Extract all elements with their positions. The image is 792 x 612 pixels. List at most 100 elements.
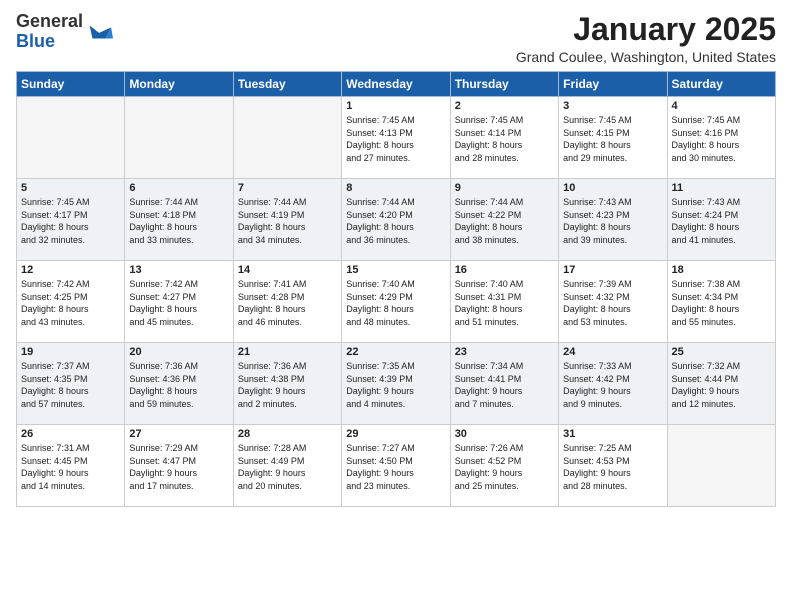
calendar-cell: 2 Sunrise: 7:45 AM Sunset: 4:14 PM Daylig… [450,97,558,179]
day-number: 11 [672,182,771,194]
calendar-cell: 22 Sunrise: 7:35 AM Sunset: 4:39 PM Dayli… [342,343,450,425]
calendar-cell [125,97,233,179]
day-info: Sunrise: 7:25 AM Sunset: 4:53 PM Dayligh… [563,442,662,492]
calendar-cell: 28 Sunrise: 7:28 AM Sunset: 4:49 PM Dayli… [233,425,341,507]
day-info: Sunrise: 7:45 AM Sunset: 4:13 PM Dayligh… [346,114,445,164]
header: General Blue January 2025 Grand Coulee, … [16,12,776,65]
day-info: Sunrise: 7:45 AM Sunset: 4:16 PM Dayligh… [672,114,771,164]
calendar-cell: 14 Sunrise: 7:41 AM Sunset: 4:28 PM Dayli… [233,261,341,343]
day-info: Sunrise: 7:35 AM Sunset: 4:39 PM Dayligh… [346,360,445,410]
day-number: 6 [129,182,228,194]
calendar-cell [667,425,775,507]
day-info: Sunrise: 7:34 AM Sunset: 4:41 PM Dayligh… [455,360,554,410]
calendar-header-row: SundayMondayTuesdayWednesdayThursdayFrid… [17,72,776,97]
day-info: Sunrise: 7:43 AM Sunset: 4:23 PM Dayligh… [563,196,662,246]
day-info: Sunrise: 7:38 AM Sunset: 4:34 PM Dayligh… [672,278,771,328]
day-number: 15 [346,264,445,276]
calendar-cell: 9Sunrise: 7:44 AM Sunset: 4:22 PM Daylig… [450,179,558,261]
page: General Blue January 2025 Grand Coulee, … [0,0,792,612]
day-info: Sunrise: 7:39 AM Sunset: 4:32 PM Dayligh… [563,278,662,328]
day-info: Sunrise: 7:26 AM Sunset: 4:52 PM Dayligh… [455,442,554,492]
logo-blue-text: Blue [16,31,55,51]
logo-icon [85,18,113,46]
day-number: 20 [129,346,228,358]
calendar-cell: 17Sunrise: 7:39 AM Sunset: 4:32 PM Dayli… [559,261,667,343]
calendar-cell: 4 Sunrise: 7:45 AM Sunset: 4:16 PM Daylig… [667,97,775,179]
day-info: Sunrise: 7:45 AM Sunset: 4:17 PM Dayligh… [21,196,120,246]
day-info: Sunrise: 7:31 AM Sunset: 4:45 PM Dayligh… [21,442,120,492]
calendar-cell: 5 Sunrise: 7:45 AM Sunset: 4:17 PM Daylig… [17,179,125,261]
calendar-cell: 1 Sunrise: 7:45 AM Sunset: 4:13 PM Daylig… [342,97,450,179]
calendar-header-sunday: Sunday [17,72,125,97]
day-info: Sunrise: 7:42 AM Sunset: 4:27 PM Dayligh… [129,278,228,328]
location-title: Grand Coulee, Washington, United States [516,49,776,65]
calendar-cell: 25Sunrise: 7:32 AM Sunset: 4:44 PM Dayli… [667,343,775,425]
calendar-cell: 7 Sunrise: 7:44 AM Sunset: 4:19 PM Daylig… [233,179,341,261]
day-number: 2 [455,100,554,112]
calendar-cell: 12 Sunrise: 7:42 AM Sunset: 4:25 PM Dayli… [17,261,125,343]
day-number: 29 [346,428,445,440]
day-info: Sunrise: 7:40 AM Sunset: 4:31 PM Dayligh… [455,278,554,328]
calendar-table: SundayMondayTuesdayWednesdayThursdayFrid… [16,71,776,507]
calendar-cell: 27 Sunrise: 7:29 AM Sunset: 4:47 PM Dayli… [125,425,233,507]
calendar-header-saturday: Saturday [667,72,775,97]
calendar-header-wednesday: Wednesday [342,72,450,97]
calendar-cell: 20 Sunrise: 7:36 AM Sunset: 4:36 PM Dayli… [125,343,233,425]
day-info: Sunrise: 7:44 AM Sunset: 4:18 PM Dayligh… [129,196,228,246]
day-info: Sunrise: 7:36 AM Sunset: 4:38 PM Dayligh… [238,360,337,410]
day-info: Sunrise: 7:36 AM Sunset: 4:36 PM Dayligh… [129,360,228,410]
day-number: 9 [455,182,554,194]
day-info: Sunrise: 7:41 AM Sunset: 4:28 PM Dayligh… [238,278,337,328]
day-number: 18 [672,264,771,276]
day-info: Sunrise: 7:32 AM Sunset: 4:44 PM Dayligh… [672,360,771,410]
day-info: Sunrise: 7:28 AM Sunset: 4:49 PM Dayligh… [238,442,337,492]
day-number: 27 [129,428,228,440]
day-number: 7 [238,182,337,194]
calendar-week-5: 26Sunrise: 7:31 AM Sunset: 4:45 PM Dayli… [17,425,776,507]
day-info: Sunrise: 7:44 AM Sunset: 4:19 PM Dayligh… [238,196,337,246]
day-number: 8 [346,182,445,194]
calendar-cell: 26Sunrise: 7:31 AM Sunset: 4:45 PM Dayli… [17,425,125,507]
day-info: Sunrise: 7:42 AM Sunset: 4:25 PM Dayligh… [21,278,120,328]
day-number: 12 [21,264,120,276]
title-block: January 2025 Grand Coulee, Washington, U… [516,12,776,65]
calendar-week-1: 1 Sunrise: 7:45 AM Sunset: 4:13 PM Daylig… [17,97,776,179]
day-info: Sunrise: 7:45 AM Sunset: 4:14 PM Dayligh… [455,114,554,164]
day-number: 13 [129,264,228,276]
day-info: Sunrise: 7:40 AM Sunset: 4:29 PM Dayligh… [346,278,445,328]
calendar-cell [17,97,125,179]
calendar-header-monday: Monday [125,72,233,97]
day-info: Sunrise: 7:27 AM Sunset: 4:50 PM Dayligh… [346,442,445,492]
day-info: Sunrise: 7:43 AM Sunset: 4:24 PM Dayligh… [672,196,771,246]
calendar-cell: 15 Sunrise: 7:40 AM Sunset: 4:29 PM Dayli… [342,261,450,343]
day-number: 5 [21,182,120,194]
calendar-header-friday: Friday [559,72,667,97]
calendar-cell: 13 Sunrise: 7:42 AM Sunset: 4:27 PM Dayli… [125,261,233,343]
calendar-header-tuesday: Tuesday [233,72,341,97]
calendar-week-3: 12 Sunrise: 7:42 AM Sunset: 4:25 PM Dayli… [17,261,776,343]
calendar-cell: 31Sunrise: 7:25 AM Sunset: 4:53 PM Dayli… [559,425,667,507]
calendar-cell: 16Sunrise: 7:40 AM Sunset: 4:31 PM Dayli… [450,261,558,343]
logo: General Blue [16,12,113,52]
day-number: 3 [563,100,662,112]
day-number: 4 [672,100,771,112]
calendar-cell: 10 Sunrise: 7:43 AM Sunset: 4:23 PM Dayli… [559,179,667,261]
day-number: 19 [21,346,120,358]
calendar-cell: 19 Sunrise: 7:37 AM Sunset: 4:35 PM Dayli… [17,343,125,425]
calendar-week-2: 5 Sunrise: 7:45 AM Sunset: 4:17 PM Daylig… [17,179,776,261]
day-number: 10 [563,182,662,194]
day-info: Sunrise: 7:33 AM Sunset: 4:42 PM Dayligh… [563,360,662,410]
day-number: 21 [238,346,337,358]
calendar-cell: 8Sunrise: 7:44 AM Sunset: 4:20 PM Daylig… [342,179,450,261]
day-info: Sunrise: 7:37 AM Sunset: 4:35 PM Dayligh… [21,360,120,410]
calendar-cell: 23Sunrise: 7:34 AM Sunset: 4:41 PM Dayli… [450,343,558,425]
day-info: Sunrise: 7:29 AM Sunset: 4:47 PM Dayligh… [129,442,228,492]
day-number: 28 [238,428,337,440]
calendar-cell: 24 Sunrise: 7:33 AM Sunset: 4:42 PM Dayli… [559,343,667,425]
day-number: 22 [346,346,445,358]
calendar-cell: 18 Sunrise: 7:38 AM Sunset: 4:34 PM Dayli… [667,261,775,343]
day-number: 1 [346,100,445,112]
day-number: 14 [238,264,337,276]
day-number: 24 [563,346,662,358]
calendar-week-4: 19 Sunrise: 7:37 AM Sunset: 4:35 PM Dayli… [17,343,776,425]
